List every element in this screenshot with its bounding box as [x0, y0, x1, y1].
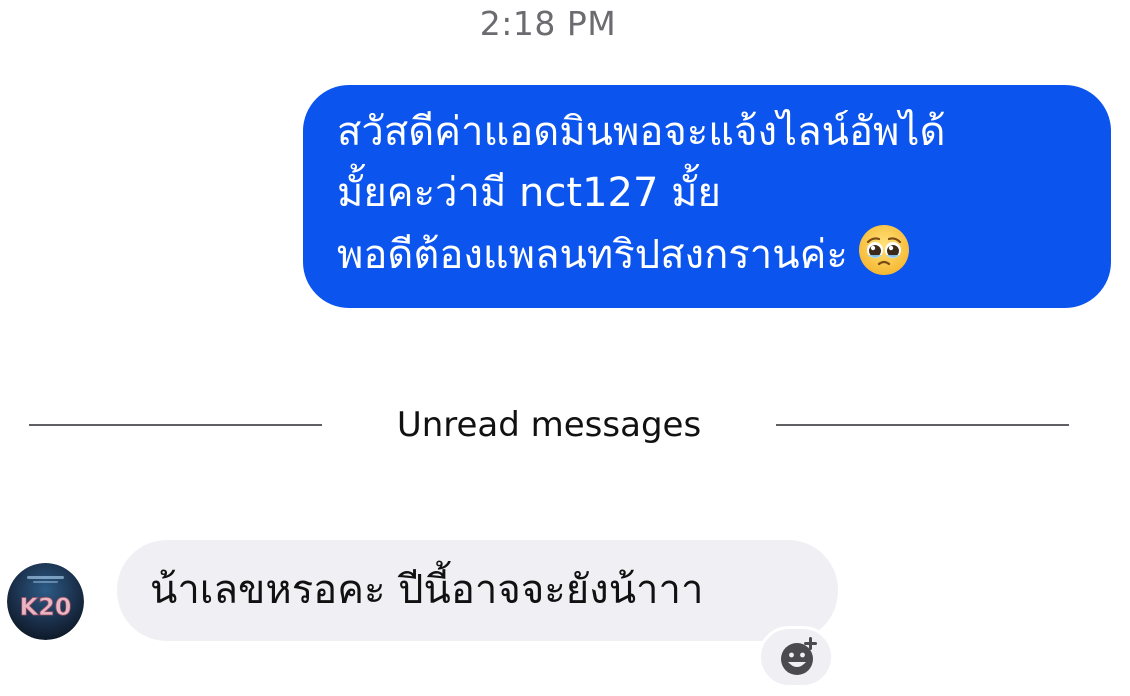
incoming-message-text: น้าเลขหรอคะ ปีนี้อาจจะยังน้าาา: [150, 567, 704, 613]
outgoing-message-line-3-row: พอดีต้องแพลนทริปสงกรานค่ะ: [337, 224, 1083, 294]
divider-line-left: [29, 424, 322, 426]
outgoing-message-line-2: มั้ยคะว่ามี nct127 มั้ย: [337, 170, 721, 216]
add-reaction-button[interactable]: [758, 626, 834, 688]
sender-avatar[interactable]: K20: [7, 563, 84, 640]
avatar-logo-text: K20: [20, 593, 72, 621]
divider-line-right: [776, 424, 1069, 426]
outgoing-message-line-1: สวัสดีค่าแอดมินพอจะแจ้งไลน์อัพได้: [337, 109, 946, 155]
message-timestamp: 2:18 PM: [479, 4, 617, 43]
outgoing-message-bubble[interactable]: สวัสดีค่าแอดมินพอจะแจ้งไลน์อัพได้ มั้ยคะ…: [303, 85, 1111, 308]
incoming-message-bubble[interactable]: น้าเลขหรอคะ ปีนี้อาจจะยังน้าาา: [117, 540, 838, 641]
outgoing-message-line-3: พอดีต้องแพลนทริปสงกรานค่ะ: [337, 232, 848, 278]
pleading-face-emoji-icon: [858, 224, 910, 294]
unread-messages-divider: Unread messages: [29, 402, 1069, 448]
add-reaction-smiley-icon: [781, 637, 817, 675]
unread-messages-label: Unread messages: [396, 405, 702, 445]
